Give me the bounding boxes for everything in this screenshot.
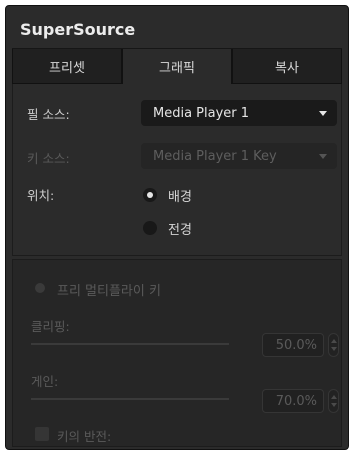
key-source-label: 키 소스: bbox=[27, 151, 70, 166]
invert-key-checkbox[interactable] bbox=[35, 427, 49, 441]
arrow-up-icon bbox=[331, 339, 337, 343]
clip-stepper[interactable] bbox=[328, 333, 339, 357]
fill-source-value: Media Player 1 bbox=[153, 105, 250, 121]
arrow-down-icon bbox=[331, 403, 337, 407]
gain-label: 게인: bbox=[31, 374, 59, 389]
key-source-dropdown[interactable]: Media Player 1 Key bbox=[141, 143, 337, 169]
clip-value-field[interactable]: 50.0% bbox=[262, 333, 324, 357]
supersource-panel: SuperSource 프리셋 그래픽 복사 필 소스: Media Playe… bbox=[5, 5, 349, 450]
premultiplied-key-section: 프리 멀티플라이 키 클리핑: 50.0% 게인: 70.0% 키의 반전: bbox=[12, 259, 342, 447]
panel-title: SuperSource bbox=[20, 20, 136, 39]
chevron-down-icon bbox=[319, 154, 327, 159]
chevron-down-icon bbox=[319, 111, 327, 116]
key-source-value: Media Player 1 Key bbox=[153, 148, 277, 164]
position-foreground-label: 전경 bbox=[168, 223, 192, 238]
fill-source-dropdown[interactable]: Media Player 1 bbox=[141, 100, 337, 126]
clip-slider[interactable] bbox=[31, 343, 229, 345]
invert-key-label: 키의 반전: bbox=[57, 429, 112, 444]
position-background-radio[interactable] bbox=[143, 188, 157, 202]
tab-presets[interactable]: 프리셋 bbox=[12, 49, 122, 84]
position-background-label: 배경 bbox=[168, 190, 192, 205]
fill-source-label: 필 소스: bbox=[27, 107, 70, 122]
tab-bar: 프리셋 그래픽 복사 bbox=[12, 48, 342, 84]
gain-slider[interactable] bbox=[31, 398, 229, 400]
position-foreground-radio[interactable] bbox=[143, 221, 157, 235]
tab-graphics[interactable]: 그래픽 bbox=[122, 49, 232, 84]
premultiplied-key-label: 프리 멀티플라이 키 bbox=[57, 284, 161, 299]
graphics-settings: 필 소스: Media Player 1 키 소스: Media Player … bbox=[12, 84, 342, 256]
premultiplied-key-toggle[interactable] bbox=[35, 283, 45, 293]
position-label: 위치: bbox=[27, 188, 55, 203]
gain-stepper[interactable] bbox=[328, 389, 339, 413]
clip-label: 클리핑: bbox=[31, 319, 70, 334]
gain-value-field[interactable]: 70.0% bbox=[262, 389, 324, 413]
arrow-up-icon bbox=[331, 395, 337, 399]
tab-copy[interactable]: 복사 bbox=[232, 49, 342, 84]
arrow-down-icon bbox=[331, 347, 337, 351]
